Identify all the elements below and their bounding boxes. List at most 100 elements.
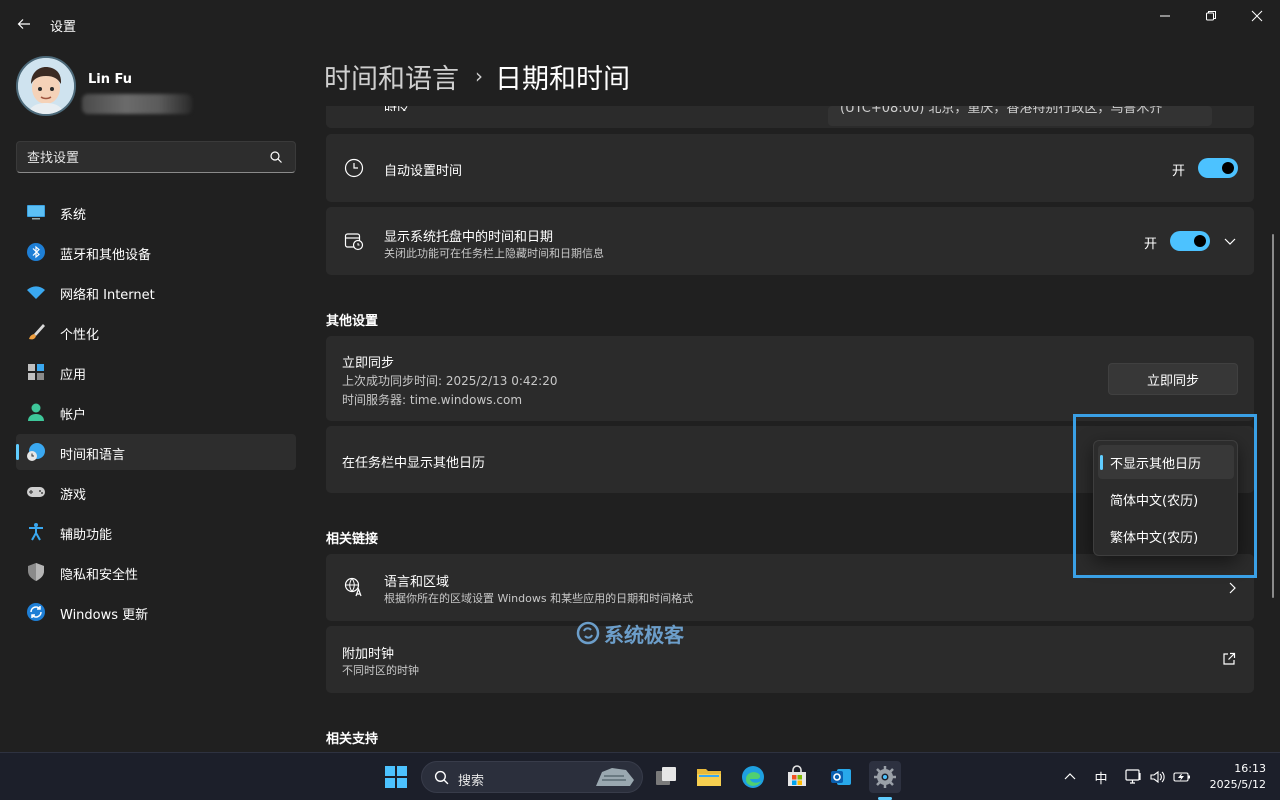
taskbar-date: 2025/5/12	[1209, 778, 1266, 791]
breadcrumb: 时间和语言 › 日期和时间	[324, 56, 630, 96]
chevron-down-icon[interactable]	[1224, 235, 1236, 247]
calendar-dropdown[interactable]: 不显示其他日历 简体中文(农历) 繁体中文(农历)	[1093, 440, 1238, 556]
tray-time-card[interactable]: 显示系统托盘中的时间和日期 关闭此功能可在任务栏上隐藏时间和日期信息 开	[326, 207, 1254, 275]
sidebar-item-apps[interactable]: 应用	[16, 354, 296, 390]
sync-now-button[interactable]: 立即同步	[1108, 363, 1238, 395]
timezone-label: 时区	[384, 106, 411, 119]
calendar-clock-icon	[344, 233, 364, 251]
breadcrumb-parent[interactable]: 时间和语言	[324, 57, 459, 96]
volume-button[interactable]	[1148, 767, 1168, 787]
close-button[interactable]	[1234, 0, 1280, 32]
volume-icon	[1150, 770, 1165, 784]
sidebar-item-label: 游戏	[60, 488, 87, 503]
brush-icon	[29, 324, 45, 340]
settings-search[interactable]	[16, 141, 296, 173]
taskbar: 搜索 中 16:13 2025/5/12	[0, 752, 1280, 800]
taskbar-clock[interactable]: 16:13 2025/5/12	[1196, 761, 1266, 793]
timezone-card: 时区 (UTC+08:00) 北京，重庆，香港特别行政区，乌鲁木齐	[326, 106, 1254, 128]
sidebar-item-network[interactable]: 网络和 Internet	[16, 274, 296, 310]
edge-icon	[742, 766, 764, 788]
sidebar-item-label: 蓝牙和其他设备	[60, 248, 152, 263]
file-explorer-button[interactable]	[693, 761, 725, 793]
auto-time-toggle-text: 开	[1172, 164, 1186, 179]
network-status-button[interactable]	[1124, 767, 1144, 787]
minimize-button[interactable]	[1142, 0, 1188, 32]
accessibility-icon	[29, 523, 43, 541]
sidebar-item-accounts[interactable]: 帐户	[16, 394, 296, 430]
sidebar-item-label: 网络和 Internet	[60, 288, 155, 303]
calendar-option-simplified-lunar[interactable]: 简体中文(农历)	[1098, 482, 1234, 516]
language-region-title: 语言和区域	[384, 575, 450, 590]
person-icon	[28, 403, 44, 421]
sidebar-item-label: 辅助功能	[60, 528, 113, 543]
scrollbar[interactable]	[1272, 234, 1274, 598]
task-view-button[interactable]	[650, 761, 682, 793]
tray-time-toggle-text: 开	[1144, 237, 1158, 252]
clock-icon	[344, 158, 364, 178]
battery-button[interactable]	[1172, 767, 1192, 787]
search-highlight-icon	[596, 768, 634, 786]
task-view-icon	[656, 767, 676, 785]
language-region-card[interactable]: 语言和区域 根据你所在的区域设置 Windows 和某些应用的日期和时间格式	[326, 554, 1254, 621]
taskbar-time: 16:13	[1234, 762, 1266, 775]
calendar-option-traditional-lunar[interactable]: 繁体中文(农历)	[1098, 519, 1234, 553]
taskbar-search-label: 搜索	[458, 774, 485, 789]
user-profile[interactable]: Lin Fu	[16, 56, 296, 120]
timezone-select[interactable]: (UTC+08:00) 北京，重庆，香港特别行政区，乌鲁木齐	[828, 106, 1212, 126]
sidebar-item-gaming[interactable]: 游戏	[16, 474, 296, 510]
taskbar-search[interactable]: 搜索	[421, 761, 643, 793]
page-title: 日期和时间	[495, 63, 630, 95]
close-icon	[1251, 10, 1263, 22]
sidebar-item-label: Windows 更新	[60, 608, 149, 623]
search-icon[interactable]	[269, 150, 283, 164]
title-bar: 设置	[0, 0, 1280, 48]
external-link-icon	[1223, 652, 1236, 665]
sidebar-item-time-language[interactable]: 时间和语言	[16, 434, 296, 470]
sidebar-item-bluetooth[interactable]: 蓝牙和其他设备	[16, 234, 296, 270]
gamepad-icon	[27, 487, 45, 497]
battery-icon	[1173, 772, 1190, 782]
user-name: Lin Fu	[88, 72, 133, 87]
ime-indicator[interactable]: 中	[1090, 767, 1112, 787]
watermark-text: 系统极客	[604, 622, 684, 647]
sidebar-item-label: 应用	[60, 368, 87, 383]
maximize-button[interactable]	[1188, 0, 1234, 32]
related-links-heading: 相关链接	[326, 532, 379, 547]
search-icon	[434, 770, 449, 785]
auto-time-title: 自动设置时间	[384, 164, 463, 179]
sidebar-item-label: 个性化	[60, 328, 100, 343]
sidebar: Lin Fu 系统 蓝牙和其他设备 网络和 Internet 个性化 应用	[0, 48, 310, 752]
folder-icon	[697, 769, 721, 786]
update-icon	[27, 603, 45, 621]
store-button[interactable]	[781, 761, 813, 793]
sync-server: 时间服务器: time.windows.com	[342, 393, 523, 407]
start-button[interactable]	[380, 761, 412, 793]
sidebar-item-personalization[interactable]: 个性化	[16, 314, 296, 350]
sidebar-item-system[interactable]: 系统	[16, 194, 296, 230]
avatar	[16, 56, 76, 116]
sidebar-item-label: 帐户	[60, 408, 87, 423]
additional-clocks-subtitle: 不同时区的时钟	[342, 664, 419, 677]
chevron-up-icon	[1064, 773, 1076, 780]
network-icon	[1125, 769, 1141, 784]
auto-time-toggle[interactable]	[1198, 158, 1238, 178]
tray-time-toggle[interactable]	[1170, 231, 1210, 251]
sync-last-time: 上次成功同步时间: 2025/2/13 0:42:20	[342, 374, 558, 388]
additional-clocks-card[interactable]: 附加时钟 不同时区的时钟	[326, 626, 1254, 693]
calendar-option-none[interactable]: 不显示其他日历	[1098, 445, 1234, 479]
edge-button[interactable]	[737, 761, 769, 793]
search-input[interactable]	[27, 148, 267, 168]
app-title: 设置	[50, 20, 77, 35]
sidebar-item-accessibility[interactable]: 辅助功能	[16, 514, 296, 550]
other-settings-heading: 其他设置	[326, 314, 379, 329]
sidebar-item-label: 时间和语言	[60, 448, 126, 463]
sidebar-item-windows-update[interactable]: Windows 更新	[16, 594, 296, 630]
user-email-blurred	[82, 94, 192, 114]
settings-app-button[interactable]	[869, 761, 901, 793]
main-content: 时区 (UTC+08:00) 北京，重庆，香港特别行政区，乌鲁木齐 自动设置时间…	[310, 106, 1270, 752]
outlook-button[interactable]	[825, 761, 857, 793]
windows-logo-icon	[385, 766, 407, 788]
show-hidden-icons-button[interactable]	[1060, 767, 1080, 787]
back-button[interactable]	[12, 12, 36, 36]
sidebar-item-privacy[interactable]: 隐私和安全性	[16, 554, 296, 590]
